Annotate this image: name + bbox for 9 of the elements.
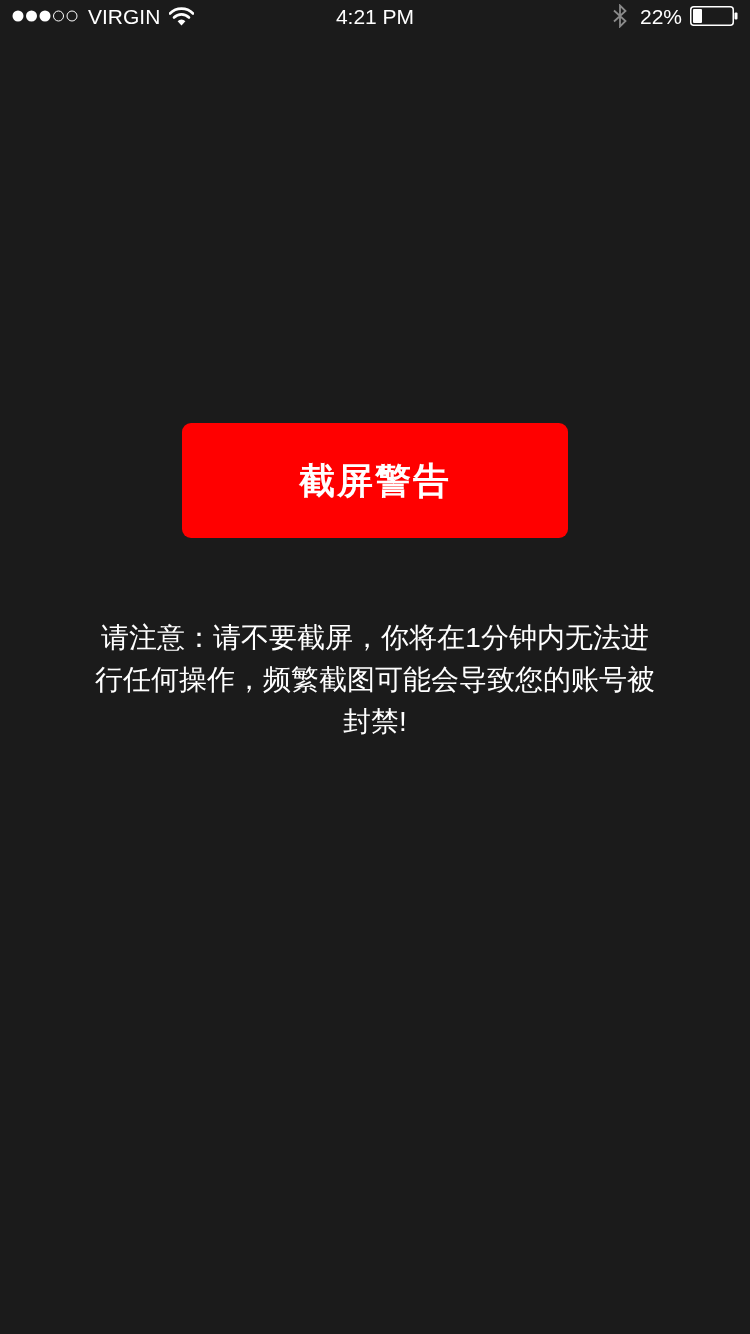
battery-percent: 22% <box>639 5 682 27</box>
screenshot-warning-button[interactable]: 截屏警告 <box>182 423 568 538</box>
notice-text: 请注意：请不要截屏，你将在1分钟内无法进行任何操作，频繁截图可能会导致您的账号被封禁! <box>94 621 656 739</box>
battery-icon <box>690 6 738 26</box>
status-time: 4:21 PM <box>335 5 415 27</box>
signal-strength-icon <box>12 10 79 22</box>
bluetooth-icon <box>611 4 628 28</box>
carrier-name: VIRGIN <box>88 5 161 27</box>
wifi-icon <box>169 6 195 26</box>
